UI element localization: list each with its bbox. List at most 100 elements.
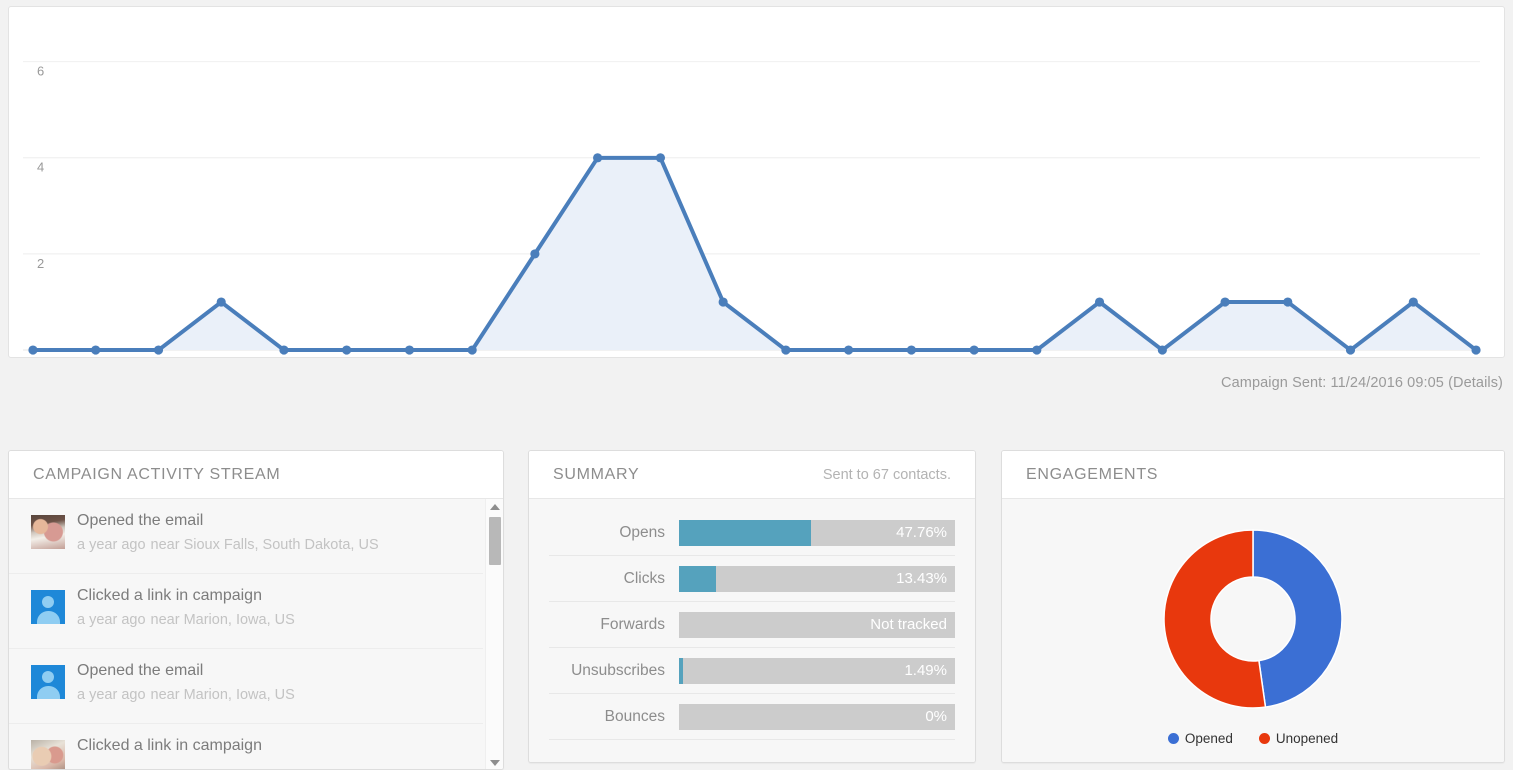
campaign-details-link[interactable]: (Details): [1448, 375, 1503, 391]
campaign-activity-chart: 2 4 6: [22, 61, 1481, 355]
summary-metric-value: 1.49%: [904, 661, 947, 679]
activity-action-label: Clicked a link in campaign: [77, 737, 262, 754]
contact-avatar[interactable]: [31, 740, 65, 769]
campaign-sent-label: Campaign Sent: 11/24/2016 09:05: [1221, 375, 1444, 391]
summary-panel: SUMMARY Sent to 67 contacts. Opens 47.76%…: [528, 450, 976, 763]
summary-metric-value: 0%: [925, 707, 947, 725]
activity-meta: a year ago near Marion, Iowa, US: [77, 611, 295, 629]
scrollbar-thumb[interactable]: [489, 517, 501, 565]
activity-stream-row[interactable]: Clicked a link in campaign: [9, 724, 483, 769]
activity-row-text: Opened the email a year ago near Marion, I…: [77, 661, 295, 704]
scroll-up-arrow-icon[interactable]: [486, 499, 503, 515]
chart-data-point[interactable]: [1345, 345, 1356, 355]
activity-meta: a year ago near Sioux Falls, South Dakota…: [77, 536, 379, 554]
activity-meta: a year ago near Marion, Iowa, US: [77, 686, 295, 704]
contact-avatar[interactable]: [31, 590, 65, 624]
legend-item[interactable]: Unopened: [1258, 731, 1339, 746]
engagements-donut-chart: [1163, 529, 1343, 709]
engagements-panel-title: ENGAGEMENTS: [1026, 465, 1159, 483]
chart-data-point[interactable]: [530, 249, 540, 259]
activity-panel-header: CAMPAIGN ACTIVITY STREAM: [9, 451, 503, 499]
activity-stream-row[interactable]: Clicked a link in campaign a year ago near…: [9, 574, 483, 649]
chart-data-point[interactable]: [718, 297, 728, 307]
activity-row-text: Clicked a link in campaign a year ago near…: [77, 586, 295, 629]
svg-text:6: 6: [37, 64, 44, 79]
engagements-panel-header: ENGAGEMENTS: [1002, 451, 1504, 499]
summary-metric-label: Opens: [619, 523, 665, 541]
chart-data-point[interactable]: [153, 345, 164, 355]
chart-data-point[interactable]: [28, 345, 38, 355]
activity-stream-body: Opened the email a year ago near Sioux Fal…: [9, 499, 503, 769]
legend-color-dot: [1258, 733, 1270, 744]
chart-data-point[interactable]: [404, 345, 415, 355]
chart-data-point[interactable]: [906, 345, 916, 355]
activity-location: near Marion, Iowa, US: [150, 612, 295, 628]
engagements-panel: ENGAGEMENTS Opened Unopened: [1001, 450, 1505, 763]
summary-metric-label: Forwards: [600, 615, 665, 633]
activity-stream-row[interactable]: Opened the email a year ago near Sioux Fal…: [9, 499, 483, 574]
engagements-legend: Opened Unopened: [1002, 731, 1504, 746]
summary-panel-header: SUMMARY Sent to 67 contacts.: [529, 451, 975, 499]
activity-stream-row[interactable]: Opened the email a year ago near Marion, I…: [9, 649, 483, 724]
summary-metric-bar-fill: [679, 519, 811, 546]
chart-data-point[interactable]: [969, 345, 979, 355]
chart-data-point[interactable]: [91, 345, 101, 355]
activity-timestamp: a year ago: [77, 537, 146, 553]
chart-data-point[interactable]: [1094, 297, 1105, 307]
campaign-activity-chart-card: 2 4 6: [8, 6, 1505, 358]
activity-location: near Marion, Iowa, US: [150, 687, 295, 703]
summary-metric-label: Unsubscribes: [571, 661, 665, 679]
chart-data-point[interactable]: [216, 297, 226, 307]
chart-data-point[interactable]: [1408, 297, 1418, 307]
donut-slice-opened[interactable]: [1252, 529, 1343, 708]
summary-metrics-list: Opens 47.76% Clicks 13.43% Forwards Not track…: [529, 499, 975, 762]
chart-ytick-labels: 2 4 6: [37, 64, 44, 271]
svg-text:2: 2: [37, 256, 44, 271]
chart-data-point[interactable]: [781, 345, 791, 355]
summary-metric-bar: 1.49%: [679, 657, 955, 684]
activity-action-label: Opened the email: [77, 662, 204, 679]
contact-avatar[interactable]: [31, 665, 65, 699]
chart-data-point[interactable]: [279, 345, 289, 355]
activity-panel-title: CAMPAIGN ACTIVITY STREAM: [33, 465, 281, 483]
summary-metric-value: Not tracked: [870, 615, 947, 633]
summary-metric-bar-fill: [679, 565, 717, 592]
chart-data-point[interactable]: [593, 153, 603, 163]
summary-metric-row: Bounces 0%: [549, 694, 955, 740]
legend-item[interactable]: Opened: [1167, 731, 1233, 746]
activity-row-text: Opened the email a year ago near Sioux Fal…: [77, 511, 379, 554]
summary-metric-value: 13.43%: [896, 569, 947, 587]
chart-data-point[interactable]: [1220, 297, 1230, 307]
campaign-sent-footer: Campaign Sent: 11/24/2016 09:05 (Details…: [1221, 375, 1503, 391]
summary-metric-bar: 0%: [679, 703, 955, 730]
summary-metric-label: Bounces: [604, 707, 665, 725]
chart-data-point[interactable]: [342, 345, 352, 355]
donut-slice-unopened[interactable]: [1163, 529, 1267, 709]
chart-data-point[interactable]: [1471, 345, 1481, 355]
summary-metric-bar: Not tracked: [679, 611, 955, 638]
summary-metric-row: Clicks 13.43%: [549, 556, 955, 602]
chart-data-point[interactable]: [843, 345, 854, 355]
chart-data-point[interactable]: [1283, 297, 1293, 307]
scroll-down-arrow-icon[interactable]: [486, 755, 503, 769]
activity-stream-list[interactable]: Opened the email a year ago near Sioux Fal…: [9, 499, 483, 769]
contact-avatar[interactable]: [31, 515, 65, 549]
chart-data-point[interactable]: [655, 153, 666, 163]
engagements-donut-wrap: [1002, 515, 1504, 723]
legend-label: Opened: [1184, 731, 1233, 746]
legend-label: Unopened: [1275, 731, 1339, 746]
chart-data-point[interactable]: [467, 345, 477, 355]
summary-metric-row: Forwards Not tracked: [549, 602, 955, 648]
svg-text:4: 4: [37, 160, 44, 175]
summary-metric-bar-fill: [679, 657, 684, 684]
chart-data-point[interactable]: [1157, 345, 1167, 355]
activity-timestamp: a year ago: [77, 687, 146, 703]
summary-metric-value: 47.76%: [896, 523, 947, 541]
activity-action-label: Opened the email: [77, 512, 204, 529]
activity-stream-scrollbar[interactable]: [485, 499, 503, 769]
engagements-panel-body: Opened Unopened: [1002, 499, 1504, 762]
summary-metric-row: Opens 47.76%: [549, 510, 955, 556]
activity-location: near Sioux Falls, South Dakota, US: [150, 537, 379, 553]
summary-metric-label: Clicks: [623, 569, 665, 587]
chart-data-point[interactable]: [1032, 345, 1042, 355]
